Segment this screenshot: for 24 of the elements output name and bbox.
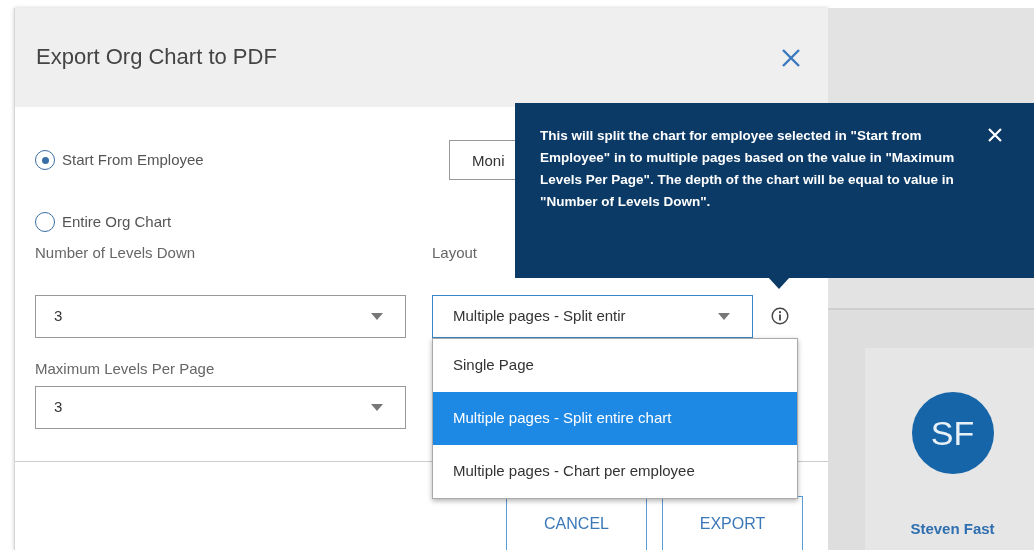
levels-down-select[interactable]: 3 bbox=[35, 294, 406, 338]
field-label: Maximum Levels Per Page bbox=[35, 358, 216, 379]
dialog-title: Export Org Chart to PDF bbox=[36, 44, 277, 71]
radio-label: Start From Employee bbox=[62, 149, 204, 170]
radio-option[interactable]: Entire Org Chart bbox=[35, 204, 406, 240]
menu-item[interactable]: Multiple pages - Split entire chart bbox=[433, 391, 797, 445]
caret-icon bbox=[371, 312, 383, 320]
avatar: SF bbox=[911, 392, 994, 474]
caret-icon bbox=[718, 312, 730, 320]
max-levels-select[interactable]: 3 bbox=[35, 386, 406, 429]
close-icon[interactable] bbox=[988, 128, 1002, 142]
dialog-button[interactable]: CANCEL bbox=[506, 496, 647, 550]
menu-item[interactable]: Multiple pages - Chart per employee bbox=[433, 444, 797, 498]
field-label: Layout bbox=[432, 243, 479, 263]
layout-select[interactable]: Multiple pages - Split entir bbox=[432, 294, 753, 338]
radio-option[interactable]: Start From Employee bbox=[35, 142, 406, 178]
radio-label: Entire Org Chart bbox=[62, 211, 172, 232]
menu-item[interactable]: Single Page bbox=[433, 338, 797, 392]
field-label: Number of Levels Down bbox=[35, 243, 197, 263]
tooltip-text: This will split the chart for employee selected in "Start from Employee" in to multiple pages based on the value in "Maximum Levels Per Page". The depth of the chart will be equal to value in "Number of Levels Down". bbox=[540, 127, 956, 211]
dialog-button[interactable]: EXPORT bbox=[662, 496, 803, 550]
employee-name-link[interactable]: Steven Fast bbox=[910, 518, 995, 541]
info-icon[interactable] bbox=[771, 307, 789, 325]
caret-icon bbox=[371, 404, 383, 411]
